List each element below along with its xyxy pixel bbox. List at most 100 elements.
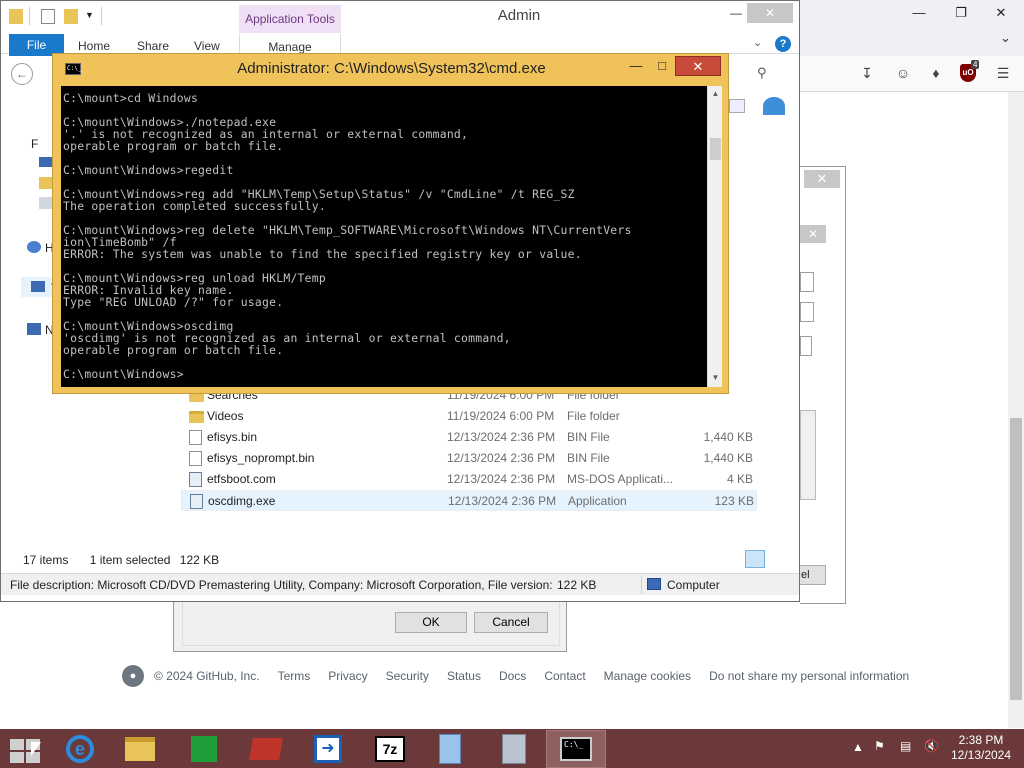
console-line: ERROR: The system was unable to find the…: [63, 247, 582, 261]
back-arrow-icon[interactable]: ←: [11, 63, 33, 85]
explorer-close-button[interactable]: ✕: [747, 3, 793, 23]
footer-link-status[interactable]: Status: [447, 669, 481, 683]
page-scrollbar-thumb[interactable]: [1010, 418, 1022, 700]
store-taskbar-button[interactable]: [174, 730, 234, 768]
setup-icon: [439, 734, 461, 764]
tab-home[interactable]: Home: [78, 39, 110, 53]
tab-share[interactable]: Share: [137, 39, 169, 53]
footer-link-privacy[interactable]: Privacy: [328, 669, 367, 683]
browser-restore-button[interactable]: ❐: [946, 2, 976, 24]
file-list: Searches 11/19/2024 6:00 PM File folder …: [181, 385, 761, 515]
taskbar: e ➜ 7z C:\_ ▲ ⚑ ▤ 🔇 2:38 PM 12/13/2024: [0, 729, 1024, 768]
browser-toolbar: [800, 56, 1024, 92]
mouse-cursor: [31, 742, 41, 756]
volume-muted-icon[interactable]: 🔇: [924, 739, 939, 753]
homegroup-icon[interactable]: [27, 241, 41, 253]
divider: [641, 576, 642, 594]
ok-button[interactable]: OK: [395, 612, 467, 633]
footer-link-contact[interactable]: Contact: [544, 669, 585, 683]
browser-close-button[interactable]: ✕: [986, 2, 1016, 24]
github-logo-icon[interactable]: ●: [122, 665, 144, 687]
file-size: 122 KB: [557, 578, 597, 592]
console-line: operable program or batch file.: [63, 139, 284, 153]
dialog-field[interactable]: [800, 336, 812, 356]
computer-icon: [647, 578, 661, 590]
file-row-selected[interactable]: oscdimg.exe 12/13/2024 2:36 PM Applicati…: [181, 490, 757, 511]
installer-taskbar-button[interactable]: [484, 730, 544, 768]
action-center-flag-icon[interactable]: ⚑: [874, 739, 885, 753]
dialog-list-scrollbar[interactable]: [800, 410, 816, 500]
footer-link-manage-cookies[interactable]: Manage cookies: [604, 669, 691, 683]
selected-size: 122 KB: [179, 553, 220, 567]
console-line: C:\mount>cd Windows: [63, 91, 199, 105]
folder-icon: [9, 9, 23, 24]
file-description: File description: Microsoft CD/DVD Prema…: [10, 578, 553, 592]
cmd-close-button[interactable]: ✕: [675, 56, 721, 76]
footer-link-security[interactable]: Security: [386, 669, 429, 683]
downloads-icon[interactable]: [39, 177, 53, 189]
dialog-field[interactable]: [800, 272, 814, 292]
preview-pane-icon[interactable]: [729, 99, 745, 113]
chevron-down-icon[interactable]: ⌄: [1000, 30, 1011, 46]
footer-link-docs[interactable]: Docs: [499, 669, 526, 683]
network-icon[interactable]: ▤: [900, 739, 911, 753]
large-icons-view-icon[interactable]: [769, 550, 787, 568]
item-count: 17 items: [23, 553, 69, 567]
tab-view[interactable]: View: [194, 39, 220, 53]
console-output[interactable]: C:\mount>cd Windows C:\mount\Windows>./n…: [61, 86, 707, 387]
browser-minimize-button[interactable]: —: [904, 2, 934, 24]
scroll-down-icon[interactable]: ▼: [710, 373, 721, 382]
show-hidden-icons-icon[interactable]: ▲: [852, 740, 864, 754]
file-icon: [189, 451, 202, 466]
search-icon[interactable]: ⚲: [757, 65, 767, 81]
divider: [29, 7, 30, 25]
cmd-minimize-button[interactable]: —: [625, 56, 647, 76]
computer-icon[interactable]: [31, 281, 45, 292]
recent-places-icon[interactable]: [39, 197, 53, 209]
winrar-icon: [249, 738, 283, 760]
location-label: Computer: [667, 578, 720, 592]
nav-favorites[interactable]: F: [31, 137, 38, 151]
console-scrollbar[interactable]: ▲ ▼: [707, 86, 722, 387]
dism-tool-taskbar-button[interactable]: ➜: [298, 730, 358, 768]
customize-quick-access-icon[interactable]: ▼: [85, 10, 94, 20]
console-scrollbar-thumb[interactable]: [710, 138, 721, 160]
desktop-icon[interactable]: [39, 157, 53, 167]
console-line: C:\mount\Windows>: [63, 367, 184, 381]
download-icon[interactable]: ↧: [858, 64, 876, 82]
footer-link-terms[interactable]: Terms: [278, 669, 311, 683]
7zip-taskbar-button[interactable]: 7z: [360, 730, 420, 768]
dialog-field[interactable]: [800, 302, 814, 322]
details-view-icon[interactable]: [745, 550, 765, 568]
background-dialog-close-button[interactable]: ✕: [804, 170, 840, 188]
explorer-maximize-button[interactable]: [729, 3, 749, 23]
properties-icon[interactable]: [41, 9, 55, 24]
file-explorer-taskbar-button[interactable]: [110, 730, 170, 768]
windows-logo-icon: [10, 739, 24, 750]
clock[interactable]: 2:38 PM 12/13/2024: [950, 733, 1012, 763]
dialog-partial-button[interactable]: el: [798, 565, 826, 585]
console-line: operable program or batch file.: [63, 343, 284, 357]
setup-taskbar-button[interactable]: [420, 730, 480, 768]
scroll-up-icon[interactable]: ▲: [710, 89, 721, 98]
file-row[interactable]: efisys_noprompt.bin 12/13/2024 2:36 PM B…: [181, 448, 757, 469]
chevron-down-icon[interactable]: ⌄: [753, 36, 762, 49]
menu-icon[interactable]: ☰: [994, 64, 1012, 82]
account-icon[interactable]: ☺: [894, 64, 912, 82]
file-row[interactable]: Videos 11/19/2024 6:00 PM File folder: [181, 406, 757, 427]
network-icon[interactable]: [27, 323, 41, 335]
new-folder-icon[interactable]: [64, 9, 78, 24]
cmd-maximize-button[interactable]: □: [651, 56, 673, 76]
internet-explorer-icon: e: [66, 735, 94, 763]
extensions-icon[interactable]: ♦: [927, 64, 945, 82]
cancel-button[interactable]: Cancel: [474, 612, 548, 633]
winrar-taskbar-button[interactable]: [236, 730, 296, 768]
file-row[interactable]: etfsboot.com 12/13/2024 2:36 PM MS-DOS A…: [181, 469, 757, 490]
internet-explorer-taskbar-button[interactable]: e: [50, 730, 110, 768]
file-row[interactable]: efisys.bin 12/13/2024 2:36 PM BIN File 1…: [181, 427, 757, 448]
help-icon[interactable]: ?: [775, 36, 791, 52]
command-prompt-icon: C:\_: [560, 737, 592, 761]
inner-dialog-close-button[interactable]: ✕: [800, 225, 826, 243]
footer-link-do-not-share[interactable]: Do not share my personal information: [709, 669, 909, 683]
command-prompt-taskbar-button[interactable]: C:\_: [546, 730, 606, 768]
